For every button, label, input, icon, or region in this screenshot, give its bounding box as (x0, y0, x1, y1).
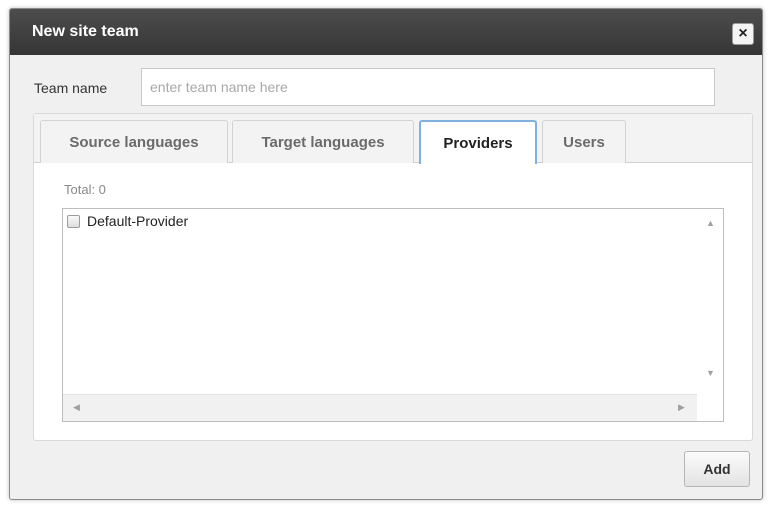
scroll-down-arrow-icon[interactable]: ▼ (706, 369, 715, 378)
scroll-left-arrow-icon[interactable]: ◀ (73, 403, 80, 412)
tab-label: Providers (443, 134, 513, 152)
dialog-title: New site team (32, 23, 139, 40)
tab-label: Target languages (261, 133, 385, 151)
add-button[interactable]: Add (684, 451, 750, 487)
close-button[interactable]: × (732, 23, 754, 45)
provider-label: Default-Provider (87, 213, 189, 229)
providers-total: Total: 0 (64, 182, 106, 197)
providers-listbox[interactable]: Default-Provider ▲ ▼ ◀ ▶ (62, 208, 724, 422)
scrollbar-corner (697, 394, 723, 421)
tab-bar: Source languages Target languages Provid… (34, 114, 752, 164)
new-site-team-dialog: New site team × Team name Source languag… (9, 8, 763, 500)
tab-label: Users (563, 133, 605, 151)
tab-target-languages[interactable]: Target languages (232, 120, 414, 163)
horizontal-scrollbar[interactable]: ◀ ▶ (63, 394, 698, 421)
scroll-right-arrow-icon[interactable]: ▶ (678, 403, 685, 412)
close-icon: × (738, 25, 748, 42)
dialog-titlebar[interactable]: New site team × (10, 9, 762, 55)
tab-users[interactable]: Users (542, 120, 626, 163)
team-name-input[interactable] (141, 68, 715, 106)
tab-label: Source languages (69, 133, 199, 151)
provider-checkbox[interactable] (67, 214, 80, 228)
tab-providers[interactable]: Providers (419, 120, 537, 164)
scroll-up-arrow-icon[interactable]: ▲ (706, 219, 715, 228)
list-item[interactable]: Default-Provider (67, 211, 188, 231)
team-name-label: Team name (34, 80, 108, 96)
tab-source-languages[interactable]: Source languages (40, 120, 228, 163)
vertical-scrollbar[interactable]: ▲ ▼ (698, 209, 723, 395)
team-name-row: Team name (34, 68, 715, 108)
tab-panel: Source languages Target languages Provid… (33, 113, 753, 441)
